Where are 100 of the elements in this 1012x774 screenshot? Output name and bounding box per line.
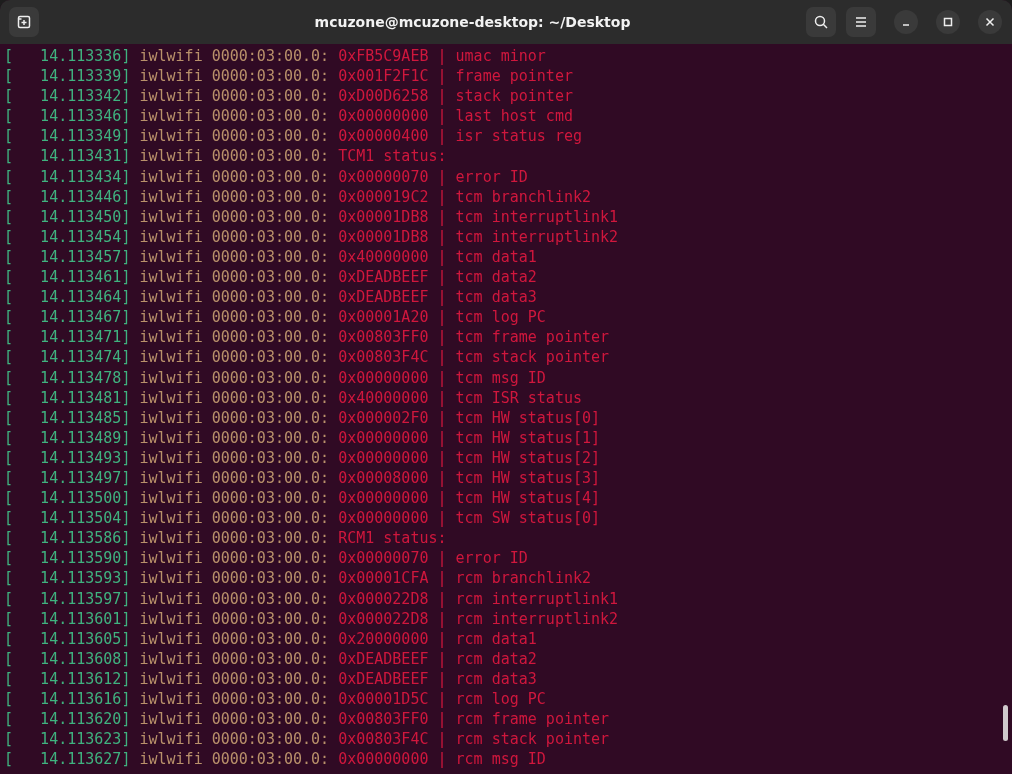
- log-message: 0xD00D6258 | stack pointer: [338, 86, 573, 107]
- log-source: iwlwifi 0000:03:00.0:: [138, 86, 331, 107]
- log-timestamp: [ 14.113493]: [4, 447, 131, 468]
- maximize-icon: [943, 17, 953, 27]
- log-message: 0x000002F0 | tcm HW status[0]: [338, 407, 601, 428]
- log-source: iwlwifi 0000:03:00.0:: [138, 267, 331, 288]
- log-source: iwlwifi 0000:03:00.0:: [138, 467, 331, 489]
- menu-button[interactable]: [846, 7, 876, 37]
- log-message: 0x000022D8 | rcm interruptlink1: [338, 588, 619, 609]
- log-message: 0x000022D8 | rcm interruptlink2: [338, 608, 619, 629]
- log-timestamp: [ 14.113461]: [4, 267, 131, 288]
- log-message: 0x00803FF0 | tcm frame pointer: [338, 327, 610, 348]
- log-source: iwlwifi 0000:03:00.0:: [138, 226, 331, 247]
- log-timestamp: [ 14.113454]: [4, 226, 131, 247]
- log-source: iwlwifi 0000:03:00.0:: [138, 668, 331, 689]
- log-timestamp: [ 14.113500]: [4, 488, 131, 509]
- log-source: iwlwifi 0000:03:00.0:: [138, 729, 331, 750]
- log-source: iwlwifi 0000:03:00.0:: [138, 347, 331, 368]
- search-button[interactable]: [806, 7, 836, 37]
- log-source: iwlwifi 0000:03:00.0:: [138, 488, 331, 509]
- log-timestamp: [ 14.113450]: [4, 206, 131, 227]
- scrollbar-thumb[interactable]: [1003, 705, 1008, 741]
- log-source: iwlwifi 0000:03:00.0:: [138, 588, 331, 609]
- log-message: 0x000019C2 | tcm branchlink2: [338, 186, 592, 207]
- maximize-button[interactable]: [936, 10, 960, 34]
- log-timestamp: [ 14.113593]: [4, 568, 131, 589]
- log-message: 0x00000000 | tcm HW status[2]: [338, 447, 601, 468]
- log-message: 0x00001D5C | rcm log PC: [338, 689, 546, 710]
- log-timestamp: [ 14.113446]: [4, 186, 131, 207]
- log-source: iwlwifi 0000:03:00.0:: [138, 46, 331, 67]
- log-message: TCM1 status:: [338, 146, 447, 167]
- close-icon: [985, 17, 995, 27]
- log-timestamp: [ 14.113590]: [4, 548, 131, 569]
- log-message: 0x00000070 | error ID: [338, 166, 528, 187]
- log-message: 0x00000000 | tcm msg ID: [338, 367, 546, 388]
- log-timestamp: [ 14.113616]: [4, 689, 131, 710]
- new-tab-button[interactable]: [9, 7, 39, 37]
- log-timestamp: [ 14.113504]: [4, 508, 131, 529]
- log-source: iwlwifi 0000:03:00.0:: [138, 407, 331, 428]
- log-timestamp: [ 14.113620]: [4, 709, 131, 730]
- log-message: 0x00000000 | tcm HW status[1]: [338, 427, 601, 448]
- log-timestamp: [ 14.113478]: [4, 367, 131, 388]
- log-message: 0x00008000 | tcm HW status[3]: [338, 467, 601, 489]
- log-source: iwlwifi 0000:03:00.0:: [138, 66, 331, 87]
- log-source: iwlwifi 0000:03:00.0:: [138, 106, 331, 127]
- log-source: iwlwifi 0000:03:00.0:: [138, 648, 331, 669]
- log-timestamp: [ 14.113474]: [4, 347, 131, 368]
- log-timestamp: [ 14.113601]: [4, 608, 131, 629]
- log-timestamp: [ 14.113457]: [4, 246, 131, 268]
- log-source: iwlwifi 0000:03:00.0:: [138, 186, 331, 207]
- log-message: 0xDEADBEEF | rcm data2: [338, 648, 537, 669]
- log-message: RCM1 status:: [338, 528, 447, 549]
- log-message: 0x001F2F1C | frame pointer: [338, 66, 573, 87]
- log-message: 0x40000000 | tcm ISR status: [338, 387, 582, 408]
- log-source: iwlwifi 0000:03:00.0:: [138, 568, 331, 589]
- log-message: 0x00000000 | tcm HW status[4]: [338, 488, 601, 509]
- log-timestamp: [ 14.113597]: [4, 588, 131, 609]
- log-message: 0x00000000 | last host cmd: [338, 106, 573, 127]
- log-message: 0xDEADBEEF | tcm data2: [338, 267, 537, 288]
- log-timestamp: [ 14.113467]: [4, 307, 131, 328]
- log-message: 0x00803F4C | tcm stack pointer: [338, 347, 610, 368]
- window-title: mcuzone@mcuzone-desktop: ~/Desktop: [313, 14, 632, 30]
- log-message: 0x00000070 | error ID: [338, 548, 528, 569]
- log-source: iwlwifi 0000:03:00.0:: [138, 126, 331, 147]
- log-message: 0x00803F4C | rcm stack pointer: [338, 729, 610, 750]
- log-timestamp: [ 14.113497]: [4, 467, 131, 489]
- log-timestamp: [ 14.113342]: [4, 86, 131, 107]
- log-timestamp: [ 14.113481]: [4, 387, 131, 408]
- log-message: 0x00001DB8 | tcm interruptlink1: [338, 206, 619, 227]
- minimize-button[interactable]: [894, 10, 918, 34]
- log-source: iwlwifi 0000:03:00.0:: [138, 327, 331, 348]
- log-message: 0x40000000 | tcm data1: [338, 246, 537, 268]
- log-source: iwlwifi 0000:03:00.0:: [138, 628, 331, 649]
- log-source: iwlwifi 0000:03:00.0:: [138, 307, 331, 328]
- log-message: 0x20000000 | rcm data1: [338, 628, 537, 649]
- log-message: 0xFB5C9AEB | umac minor: [338, 46, 546, 67]
- log-source: iwlwifi 0000:03:00.0:: [138, 447, 331, 468]
- log-timestamp: [ 14.113612]: [4, 668, 131, 689]
- log-source: iwlwifi 0000:03:00.0:: [138, 287, 331, 308]
- log-source: iwlwifi 0000:03:00.0:: [138, 608, 331, 629]
- log-source: iwlwifi 0000:03:00.0:: [138, 508, 331, 529]
- log-message: 0x00000000 | rcm msg ID: [338, 749, 546, 770]
- log-timestamp: [ 14.113627]: [4, 749, 131, 770]
- log-timestamp: [ 14.113586]: [4, 528, 131, 549]
- log-source: iwlwifi 0000:03:00.0:: [138, 427, 331, 448]
- minimize-icon: [902, 24, 910, 26]
- menu-icon: [853, 14, 869, 30]
- log-source: iwlwifi 0000:03:00.0:: [138, 709, 331, 730]
- log-timestamp: [ 14.113434]: [4, 166, 131, 187]
- log-timestamp: [ 14.113336]: [4, 46, 131, 67]
- log-message: 0x00803FF0 | rcm frame pointer: [338, 709, 610, 730]
- log-timestamp: [ 14.113431]: [4, 146, 131, 167]
- log-source: iwlwifi 0000:03:00.0:: [138, 206, 331, 227]
- close-button[interactable]: [978, 10, 1002, 34]
- log-message: 0x00001A20 | tcm log PC: [338, 307, 546, 328]
- log-message: 0xDEADBEEF | tcm data3: [338, 287, 537, 308]
- log-timestamp: [ 14.113349]: [4, 126, 131, 147]
- log-timestamp: [ 14.113339]: [4, 66, 131, 87]
- log-timestamp: [ 14.113489]: [4, 427, 131, 448]
- log-timestamp: [ 14.113608]: [4, 648, 131, 669]
